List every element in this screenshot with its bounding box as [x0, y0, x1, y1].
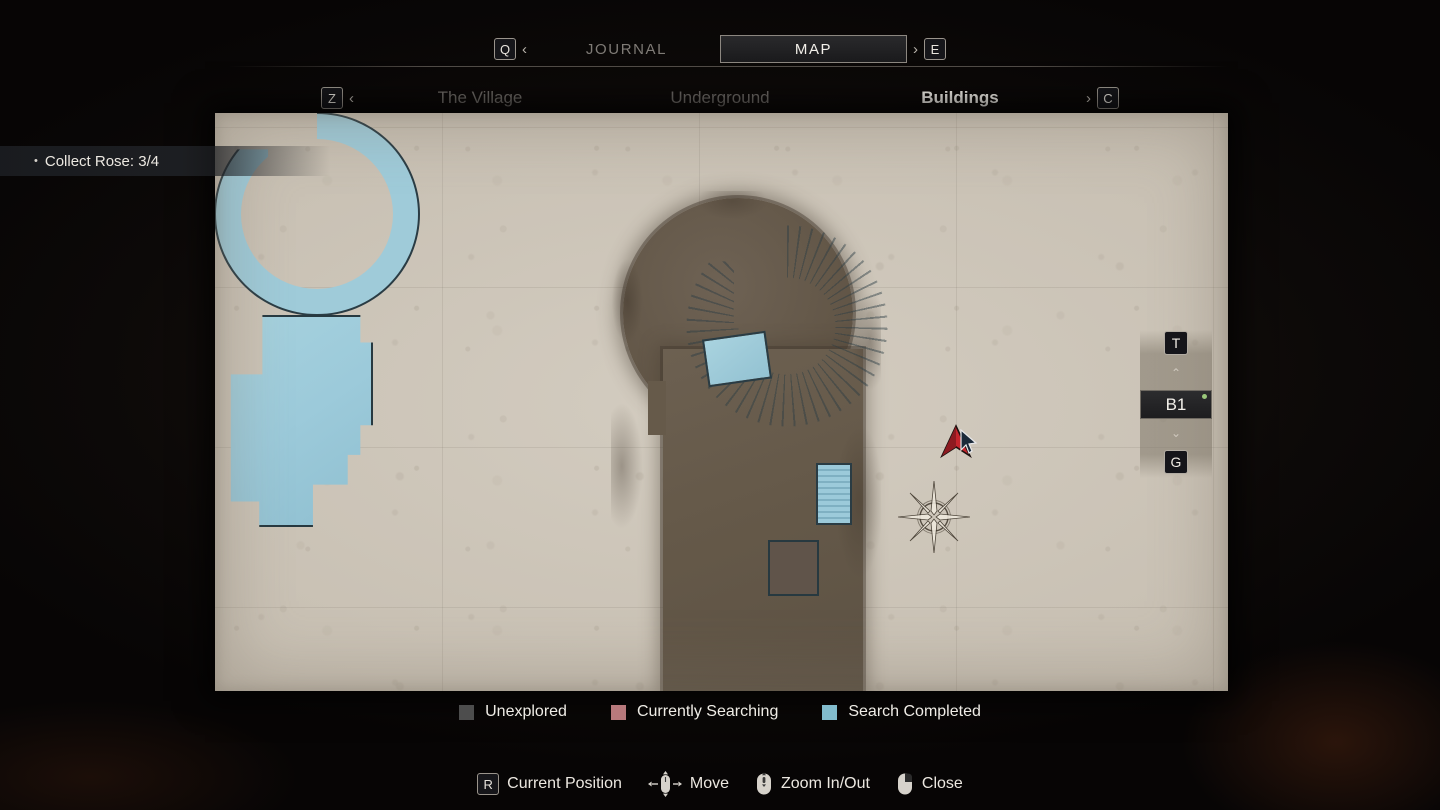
prev-area-arrow-icon[interactable]: ‹ [349, 91, 354, 106]
area-tab-bar: Z ‹ The Village Underground Buildings › … [0, 83, 1440, 113]
hint-label-close: Close [921, 775, 963, 792]
mouse-scroll-icon [757, 772, 771, 795]
control-hints-bar: R Current Position Move Zoom In/Out Clos… [0, 770, 1440, 798]
map-viewport[interactable] [215, 113, 1228, 691]
area-tab-the-village[interactable]: The Village [360, 88, 600, 108]
floor-current-label: B1 [1165, 394, 1187, 414]
legend-swatch-currently-searching-icon [610, 704, 626, 720]
mouse-cursor-icon [960, 429, 978, 454]
hint-label-move: Move [689, 775, 729, 792]
legend-swatch-unexplored-icon [459, 704, 475, 720]
map-region-room-stairs-explored [816, 463, 852, 525]
map-region-stair-landing-explored [701, 330, 773, 388]
current-position-key[interactable]: R [477, 773, 500, 795]
next-tab-arrow-icon[interactable]: › [913, 42, 918, 57]
prev-tab-key[interactable]: Q [494, 38, 516, 60]
floor-up-key[interactable]: T [1164, 331, 1188, 355]
legend-swatch-search-completed-icon [822, 704, 838, 720]
top-tab-bar: Q ‹ JOURNAL MAP › E [0, 32, 1440, 66]
next-area-key[interactable]: C [1097, 87, 1119, 109]
hint-zoom[interactable]: Zoom In/Out [755, 772, 870, 796]
area-tab-group: The Village Underground Buildings [360, 88, 1080, 108]
objective-banner: • Collect Rose: 3/4 [0, 146, 330, 176]
floor-up-chevron-icon[interactable]: ⌃ [1164, 366, 1188, 380]
hint-close[interactable]: Close [896, 772, 963, 796]
area-tab-underground[interactable]: Underground [600, 88, 840, 108]
next-area-arrow-icon[interactable]: › [1086, 91, 1091, 106]
mouse-rightclick-icon [897, 773, 912, 795]
floor-current-value[interactable]: B1 [1140, 390, 1212, 419]
mouse-move-icon [647, 771, 682, 797]
legend-item-unexplored: Unexplored [459, 703, 567, 721]
next-tab-key[interactable]: E [924, 38, 946, 60]
legend-item-currently-searching: Currently Searching [610, 703, 779, 721]
top-tab-group: JOURNAL MAP [533, 35, 907, 63]
hint-label-zoom: Zoom In/Out [781, 775, 870, 792]
map-screen: Q ‹ JOURNAL MAP › E Z ‹ The Village Unde… [0, 0, 1440, 810]
hint-label-current-position: Current Position [507, 775, 622, 792]
tab-journal[interactable]: JOURNAL [533, 35, 720, 63]
map-legend: Unexplored Currently Searching Search Co… [0, 699, 1440, 725]
legend-item-search-completed: Search Completed [822, 703, 981, 721]
hint-move[interactable]: Move [647, 771, 729, 797]
tab-map[interactable]: MAP [720, 35, 907, 63]
floor-status-dot-icon [1202, 394, 1207, 399]
top-tab-divider [228, 66, 1228, 67]
area-tab-buildings[interactable]: Buildings [840, 88, 1080, 108]
legend-label-currently-searching: Currently Searching [636, 703, 779, 720]
prev-area-key[interactable]: Z [321, 87, 343, 109]
compass-rose-icon [898, 481, 970, 553]
map-region-annex-unexplored [648, 381, 666, 435]
floor-down-chevron-icon[interactable]: ⌄ [1164, 426, 1188, 440]
objective-text: Collect Rose: 3/4 [44, 152, 160, 170]
hint-current-position[interactable]: R Current Position [477, 773, 622, 795]
floor-down-key[interactable]: G [1164, 450, 1188, 474]
objective-bullet-icon: • [34, 155, 38, 167]
legend-label-unexplored: Unexplored [485, 703, 567, 720]
prev-tab-arrow-icon[interactable]: ‹ [522, 42, 527, 57]
map-region-inner-courtyard-unexplored [768, 540, 819, 596]
legend-label-search-completed: Search Completed [848, 703, 981, 720]
